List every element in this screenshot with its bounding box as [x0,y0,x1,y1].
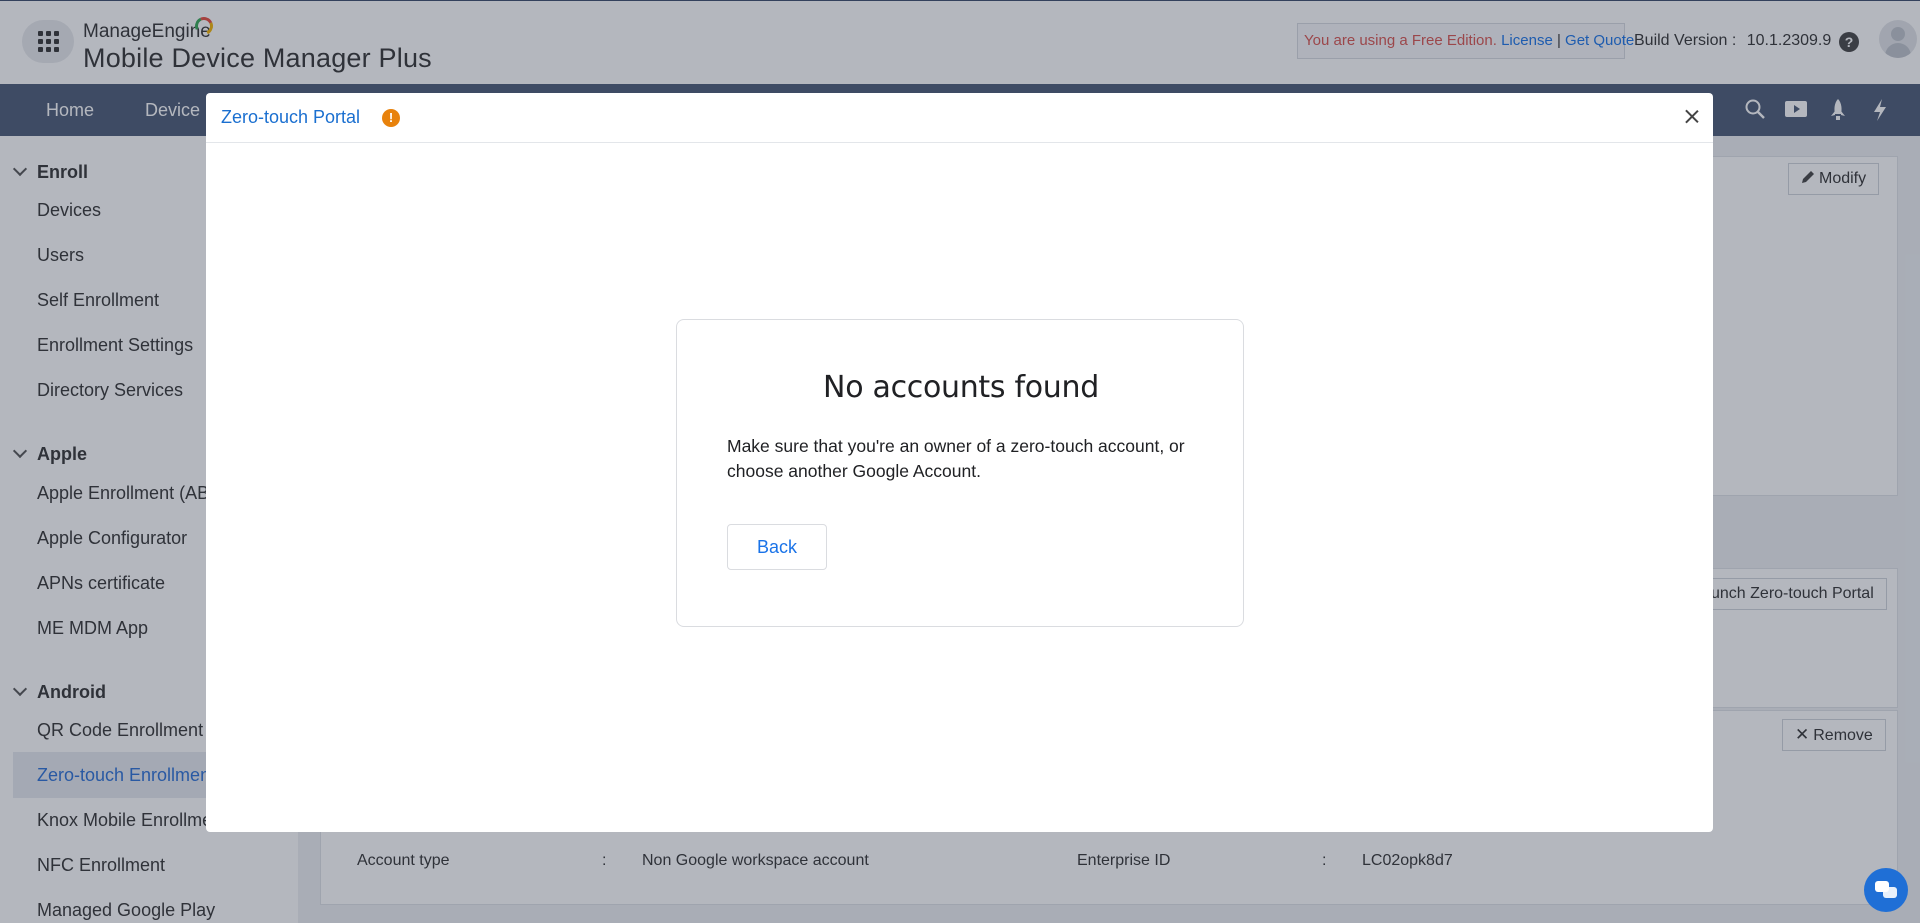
chat-icon[interactable] [1864,868,1908,912]
zero-touch-portal-modal: Zero-touch Portal ! No accounts found Ma… [206,93,1713,832]
no-accounts-message: Make sure that you're an owner of a zero… [727,436,1185,481]
no-accounts-title: No accounts found [823,370,1099,405]
no-accounts-card: No accounts found Make sure that you're … [676,319,1244,627]
warning-icon[interactable]: ! [382,109,400,127]
back-button[interactable]: Back [727,524,827,570]
close-icon[interactable] [1682,107,1702,127]
modal-header: Zero-touch Portal ! [206,93,1713,143]
modal-title: Zero-touch Portal [221,107,361,127]
